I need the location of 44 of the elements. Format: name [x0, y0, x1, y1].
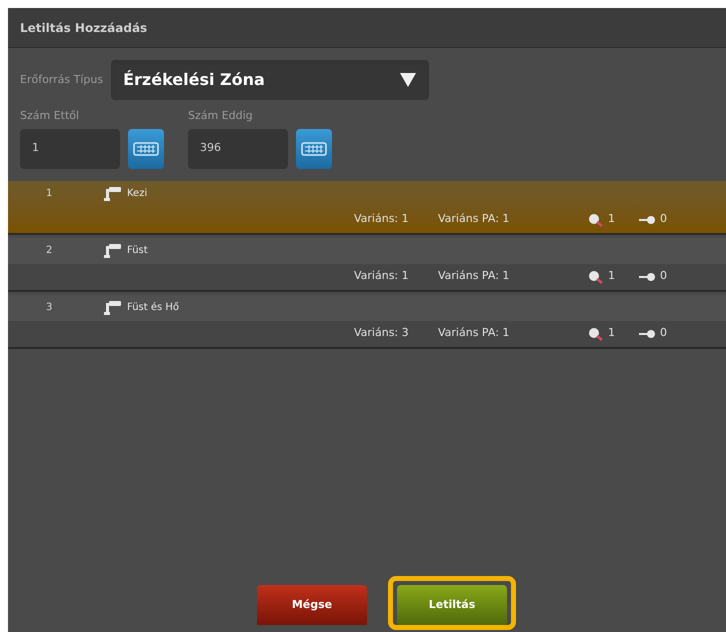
- variant-pa-text: Variáns PA: 1: [438, 268, 510, 284]
- zone-name: Füst és Hő: [127, 301, 180, 315]
- input-field[interactable]: 396: [188, 128, 288, 168]
- list-row[interactable]: 1 Kezi Variáns: 1 Variáns PA: 1 1 0: [8, 180, 726, 234]
- list-row[interactable]: 2 Füst Variáns: 1 Variáns PA: 1 1 0: [8, 238, 726, 292]
- zone-name: Füst: [127, 244, 148, 258]
- count-text: 0: [660, 325, 667, 342]
- zone-name: Kezi: [127, 187, 148, 201]
- magnifier-icon: [588, 212, 604, 226]
- magnifier-icon: [588, 326, 604, 340]
- row-number: 3: [45, 301, 54, 315]
- keyboard-icon: [301, 142, 327, 156]
- magnifier-icon: [588, 270, 604, 284]
- count-text: 1: [608, 211, 616, 228]
- caret-icon: [399, 72, 418, 88]
- window-title: Letiltás Hozzáadás: [20, 20, 148, 36]
- detector-icon: [103, 300, 123, 316]
- count-text: 1: [608, 268, 616, 284]
- variant-text: Variáns: 1: [354, 268, 410, 284]
- field-label: Szám Ettől: [20, 108, 80, 124]
- variant-text: Variáns: 1: [354, 211, 410, 228]
- keyboard-button[interactable]: [296, 128, 332, 168]
- arrow-icon: [638, 328, 656, 338]
- detector-icon: [103, 242, 123, 258]
- count-text: 1: [608, 325, 616, 342]
- arrow-icon: [638, 272, 656, 282]
- confirm-button[interactable]: Letiltás: [397, 585, 507, 625]
- keyboard-button[interactable]: [128, 128, 164, 168]
- row-number: 1: [45, 187, 54, 201]
- count-text: 0: [660, 268, 667, 284]
- field-label: Erőforrás Típus: [20, 72, 104, 88]
- keyboard-icon: [133, 142, 159, 156]
- count-text: 0: [660, 211, 667, 228]
- list-row[interactable]: 3 Füst és Hő Variáns: 3 Variáns PA: 1 1 0: [8, 294, 726, 348]
- field-label: Szám Eddig: [188, 108, 254, 124]
- variant-pa-text: Variáns PA: 1: [438, 325, 510, 342]
- cancel-button[interactable]: Mégse: [257, 585, 367, 625]
- input-field[interactable]: 1: [20, 128, 120, 168]
- arrow-icon: [638, 214, 656, 224]
- dropdown[interactable]: Érzékelési Zóna: [111, 60, 430, 100]
- variant-text: Variáns: 3: [354, 325, 410, 342]
- detector-icon: [103, 186, 123, 202]
- variant-pa-text: Variáns PA: 1: [438, 211, 510, 228]
- row-number: 2: [45, 244, 54, 258]
